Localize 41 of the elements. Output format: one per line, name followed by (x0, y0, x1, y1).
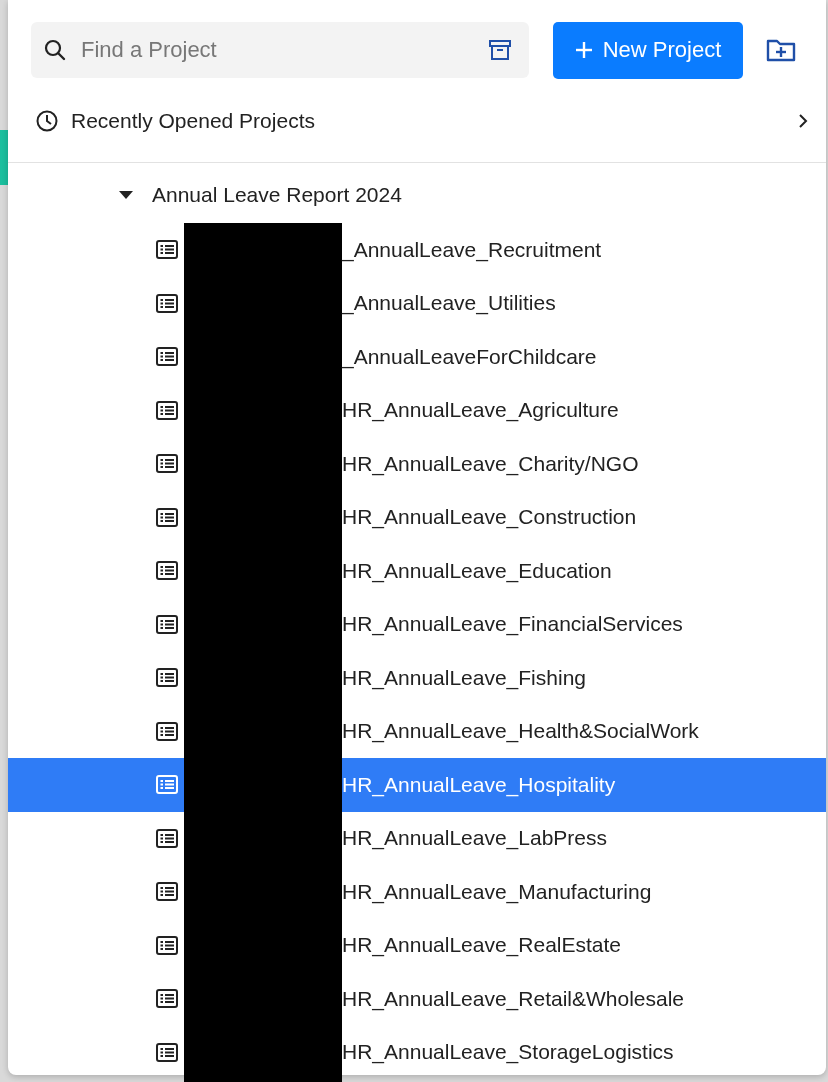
list-icon (156, 507, 178, 527)
list-icon (156, 668, 178, 688)
list-icon (156, 882, 178, 902)
archive-icon[interactable] (489, 40, 511, 60)
project-item[interactable]: HR_AnnualLeave_StorageLogistics (8, 1025, 826, 1075)
project-item[interactable]: HR_AnnualLeave_Health&SocialWork (8, 704, 826, 758)
list-icon (156, 614, 178, 634)
list-icon (156, 935, 178, 955)
list-icon (156, 1042, 178, 1062)
project-item[interactable]: HR_AnnualLeave_Education (8, 544, 826, 598)
list-icon (156, 775, 178, 795)
folder-row[interactable]: Annual Leave Report 2024 (8, 167, 826, 223)
project-item[interactable]: HR_AnnualLeave_Charity/NGO (8, 437, 826, 491)
project-item[interactable]: HR_AnnualLeave_Fishing (8, 651, 826, 705)
project-item[interactable]: HR_AnnualLeave_Manufacturing (8, 865, 826, 919)
recent-projects-row[interactable]: Recently Opened Projects (8, 79, 826, 163)
project-item[interactable]: HR_AnnualLeave_LabPress (8, 811, 826, 865)
list-icon (156, 293, 178, 313)
list-icon (156, 828, 178, 848)
search-field[interactable]: Find a Project (31, 22, 529, 78)
plus-icon (574, 41, 593, 59)
list-icon (156, 721, 178, 741)
list-icon (156, 347, 178, 367)
project-item[interactable]: HR_AnnualLeave_Construction (8, 490, 826, 544)
project-item[interactable]: _AnnualLeave_Utilities (8, 276, 826, 330)
project-item[interactable]: HR_AnnualLeave_Agriculture (8, 383, 826, 437)
new-project-button[interactable]: New Project (553, 21, 743, 79)
clock-icon (36, 109, 58, 132)
new-folder-icon[interactable] (766, 38, 796, 62)
project-item[interactable]: HR_AnnualLeave_Hospitality (8, 758, 826, 812)
list-icon (156, 561, 178, 581)
list-icon (156, 240, 178, 260)
list-icon (156, 400, 178, 420)
project-item[interactable]: _AnnualLeaveForChildcare (8, 330, 826, 384)
project-item[interactable]: _AnnualLeave_Recruitment (8, 223, 826, 277)
list-icon (156, 989, 178, 1009)
project-item[interactable]: HR_AnnualLeave_RealEstate (8, 918, 826, 972)
project-item[interactable]: HR_AnnualLeave_FinancialServices (8, 597, 826, 651)
chevron-right-icon (798, 112, 808, 129)
list-icon (156, 454, 178, 474)
project-item[interactable]: HR_AnnualLeave_Retail&Wholesale (8, 972, 826, 1026)
